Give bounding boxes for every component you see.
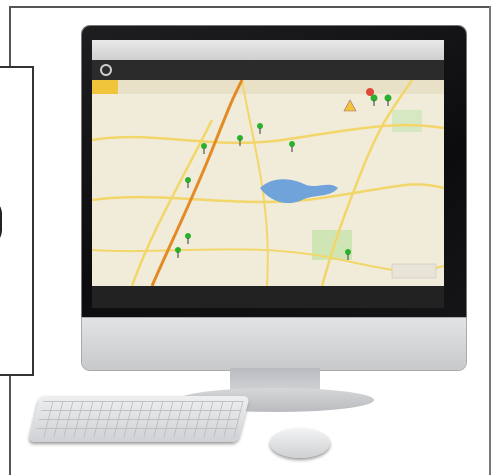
warning-icon[interactable] (366, 88, 374, 96)
monitor-chin (82, 318, 466, 370)
park-area (392, 110, 422, 132)
app-status-bar (92, 286, 444, 308)
keyboard-keys[interactable] (34, 401, 244, 437)
keyboard[interactable] (28, 396, 250, 442)
mouse[interactable] (270, 428, 330, 458)
map-controls[interactable] (391, 263, 437, 279)
monitor-screen (92, 40, 444, 308)
map-tool-highlight[interactable] (92, 80, 118, 94)
map-view[interactable] (92, 80, 444, 286)
map-toolbar[interactable] (92, 80, 444, 94)
side-panel (0, 66, 34, 376)
app-logo-icon (100, 64, 112, 76)
app-navigation (92, 60, 444, 80)
browser-toolbar (92, 40, 444, 60)
side-panel-arc (0, 198, 2, 246)
outer-frame-right (489, 6, 491, 475)
outer-frame-top (9, 6, 489, 8)
